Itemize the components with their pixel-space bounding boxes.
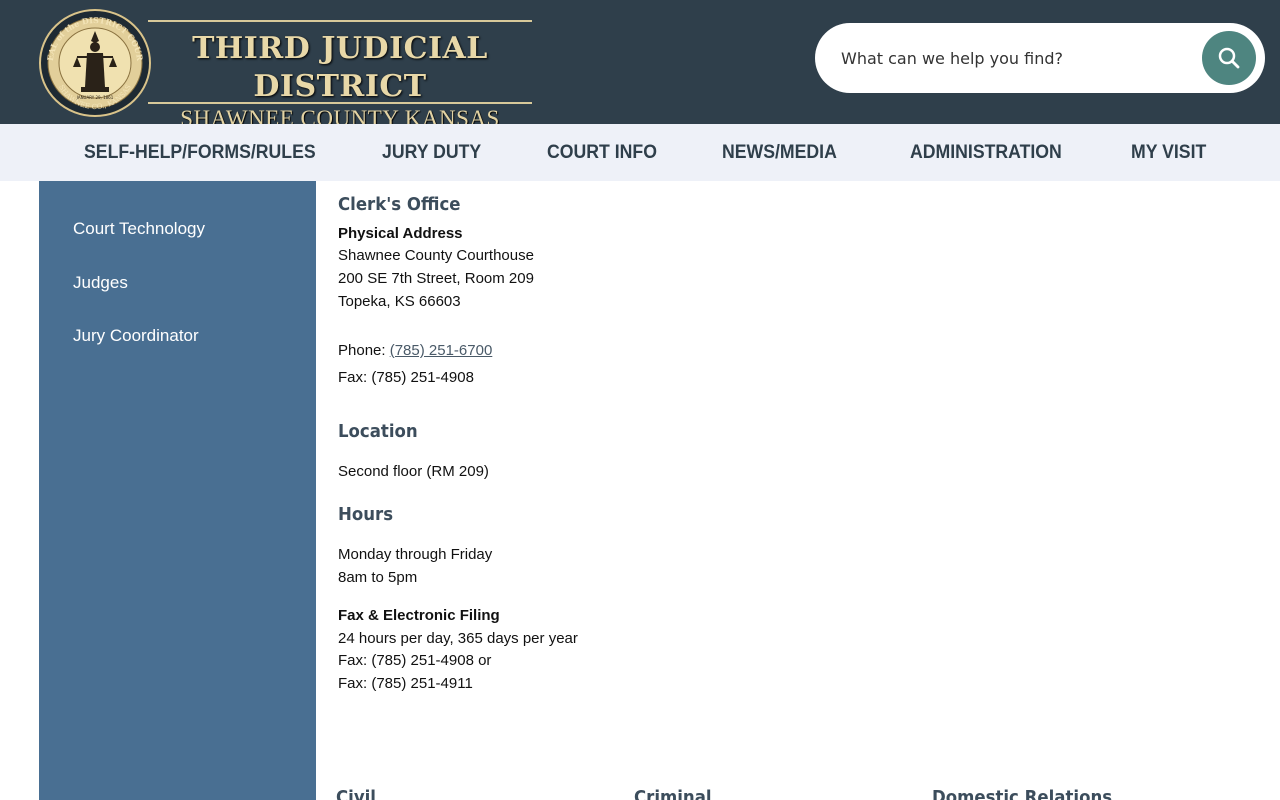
efile-line: Fax: (785) 251-4908 or <box>338 652 492 669</box>
address-line: 200 SE 7th Street, Room 209 <box>338 270 534 287</box>
efile-line: Fax: (785) 251-4911 <box>338 675 473 692</box>
search-icon <box>1218 47 1240 69</box>
sidebar: Court Technology Judges Jury Coordinator <box>39 181 316 800</box>
address-line: Topeka, KS 66603 <box>338 293 461 310</box>
nav-item-court-info[interactable]: COURT INFO <box>547 124 657 181</box>
main-content: Clerk's Office Physical Address Shawnee … <box>316 181 1280 800</box>
site-header: JANUARY 29, 1861 SEAL of the DISTRICT CO… <box>0 0 1280 131</box>
address-label: Physical Address <box>338 225 463 242</box>
hours-time: 8am to 5pm <box>338 569 418 586</box>
phone-row: Phone: (785) 251-6700 <box>338 342 492 359</box>
site-logo-text[interactable]: THIRD JUDICIAL DISTRICT SHAWNEE COUNTY K… <box>148 20 532 131</box>
sidebar-item-jury-coordinator[interactable]: Jury Coordinator <box>73 326 199 346</box>
efile-line: 24 hours per day, 365 days per year <box>338 630 578 647</box>
site-title: THIRD JUDICIAL DISTRICT <box>192 31 488 104</box>
civil-heading: Civil <box>336 787 376 800</box>
hours-days: Monday through Friday <box>338 546 493 563</box>
nav-item-administration[interactable]: ADMINISTRATION <box>910 124 1062 181</box>
location-text: Second floor (RM 209) <box>338 463 489 480</box>
phone-label: Phone: <box>338 342 390 359</box>
sidebar-item-court-technology[interactable]: Court Technology <box>73 219 205 239</box>
nav-item-news-media[interactable]: NEWS/MEDIA <box>722 124 837 181</box>
svg-text:JANUARY 29, 1861: JANUARY 29, 1861 <box>76 95 114 100</box>
search-button[interactable] <box>1202 31 1256 85</box>
main-navigation: SELF-HELP/FORMS/RULES JURY DUTY COURT IN… <box>0 124 1280 181</box>
court-seal-logo[interactable]: JANUARY 29, 1861 SEAL of the DISTRICT CO… <box>39 9 151 117</box>
nav-item-self-help[interactable]: SELF-HELP/FORMS/RULES <box>84 124 316 181</box>
search-input[interactable] <box>841 45 1201 71</box>
domestic-relations-heading: Domestic Relations <box>932 787 1113 800</box>
search-bar <box>815 23 1265 93</box>
fax-number: Fax: (785) 251-4908 <box>338 369 474 386</box>
hours-heading: Hours <box>338 504 394 525</box>
phone-link[interactable]: (785) 251-6700 <box>390 342 493 359</box>
efile-label: Fax & Electronic Filing <box>338 607 500 624</box>
location-heading: Location <box>338 421 418 442</box>
clerk-office-heading: Clerk's Office <box>338 194 461 215</box>
sidebar-item-judges[interactable]: Judges <box>73 273 128 293</box>
criminal-heading: Criminal <box>634 787 712 800</box>
nav-item-my-visit[interactable]: MY VISIT <box>1131 124 1206 181</box>
address-line: Shawnee County Courthouse <box>338 247 534 264</box>
nav-item-jury-duty[interactable]: JURY DUTY <box>382 124 481 181</box>
